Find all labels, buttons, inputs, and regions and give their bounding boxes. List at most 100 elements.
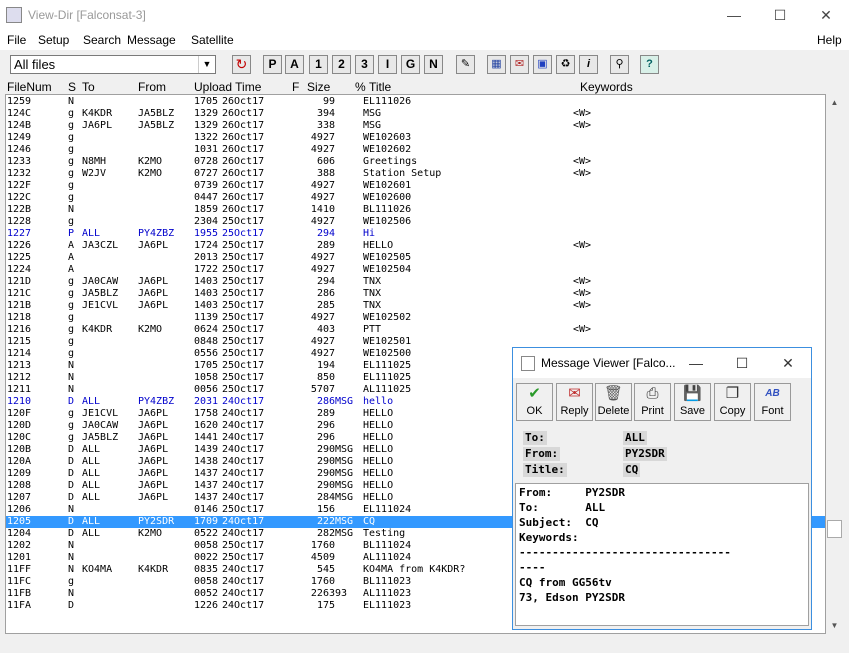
file-filter-select[interactable]: All files ▼	[10, 55, 216, 74]
help-icon[interactable]: ?	[640, 55, 659, 74]
menu-satellite[interactable]: Satellite	[191, 33, 234, 47]
col-flag[interactable]: F	[292, 80, 299, 94]
chevron-down-icon[interactable]: ▼	[198, 56, 215, 73]
viewer-maximize-button[interactable]: ☐	[719, 348, 765, 378]
cell-size: 4927	[310, 144, 335, 155]
filter-a-button[interactable]: A	[285, 55, 304, 74]
filter-2-button[interactable]: 2	[332, 55, 351, 74]
viewer-minimize-button[interactable]: —	[673, 348, 719, 378]
font-button[interactable]: AB Font	[754, 383, 791, 421]
cell-size: 1760	[310, 576, 335, 587]
vertical-scrollbar[interactable]: ▲ ▼	[826, 94, 843, 634]
close-button[interactable]: ✕	[803, 0, 849, 30]
cell-time: 0727	[194, 168, 219, 179]
col-from[interactable]: From	[138, 80, 166, 94]
save-icon[interactable]: ▣	[533, 55, 552, 74]
table-row[interactable]: 1224 A 1722 25Oct17 4927 WE102504	[6, 264, 825, 276]
reply-button[interactable]: ✉ Reply	[556, 383, 593, 421]
search-icon[interactable]: ⚲	[610, 55, 629, 74]
maximize-button[interactable]: ☐	[757, 0, 803, 30]
table-row[interactable]: 1226 A JA3CZL JA6PL 1724 25Oct17 289 HELLO <W>	[6, 240, 825, 252]
table-row[interactable]: 1232 g W2JV K2MO 0727 26Oct17 388 Station Setup…	[6, 168, 825, 180]
table-row[interactable]: 124B g JA6PL JA5BLZ 1329 26Oct17 338 MSG <W>	[6, 120, 825, 132]
menu-file[interactable]: File	[7, 33, 26, 47]
ok-button[interactable]: ✔ OK	[516, 383, 553, 421]
table-row[interactable]: 1233 g N8MH K2MO 0728 26Oct17 606 Greetings <W>	[6, 156, 825, 168]
col-size[interactable]: Size	[307, 80, 330, 94]
filter-g-button[interactable]: G	[401, 55, 420, 74]
scroll-down-icon[interactable]: ▼	[826, 617, 843, 634]
viewer-close-button[interactable]: ✕	[765, 348, 811, 378]
cell-time: 1329	[194, 120, 219, 131]
cell-time: 0058	[194, 540, 219, 551]
cell-time: 1705	[194, 360, 219, 371]
cell-date: 24Oct17	[222, 468, 265, 479]
table-row[interactable]: 121C g JA5BLZ JA6PL 1403 25Oct17 286 TNX <W>	[6, 288, 825, 300]
cell-from: PY4ZBZ	[138, 396, 175, 407]
save-button[interactable]: 💾 Save	[674, 383, 711, 421]
table-row[interactable]: 1216 g K4KDR K2MO 0624 25Oct17 403 PTT <W>	[6, 324, 825, 336]
cell-percent: MSG	[335, 468, 354, 479]
table-row[interactable]: 122F g 0739 26Oct17 4927 WE102601	[6, 180, 825, 192]
new-message-icon[interactable]: ▦	[487, 55, 506, 74]
cell-date: 26Oct17	[222, 132, 265, 143]
table-row[interactable]: 122C g 0447 26Oct17 4927 WE102600	[6, 192, 825, 204]
table-row[interactable]: 1228 g 2304 25Oct17 4927 WE102506	[6, 216, 825, 228]
cell-size: 289	[316, 408, 335, 419]
minimize-button[interactable]: —	[711, 0, 757, 30]
cell-status: N	[68, 564, 75, 575]
cell-filenum: 1225	[7, 252, 32, 263]
table-row[interactable]: 121D g JA0CAW JA6PL 1403 25Oct17 294 TNX <W>	[6, 276, 825, 288]
refresh-icon[interactable]: ↻	[232, 55, 251, 74]
cell-percent: MSG	[335, 528, 354, 539]
cell-size: 338	[316, 120, 335, 131]
info-icon[interactable]: i	[579, 55, 598, 74]
print-button[interactable]: ⎙ Print	[634, 383, 671, 421]
trash-icon[interactable]: ♻	[556, 55, 575, 74]
cell-size: 284	[316, 492, 335, 503]
edit-icon[interactable]: ✎	[456, 55, 475, 74]
message-body[interactable]: From: PY2SDR To: ALL Subject: CQ Keyword…	[515, 483, 809, 626]
cell-filenum: 1202	[7, 540, 32, 551]
table-row[interactable]: 121B g JE1CVL JA6PL 1403 25Oct17 285 TNX <W>	[6, 300, 825, 312]
header-to-value: ALL	[623, 431, 647, 445]
table-row[interactable]: 1249 g 1322 26Oct17 4927 WE102603	[6, 132, 825, 144]
filter-i-button[interactable]: I	[378, 55, 397, 74]
table-row[interactable]: 1259 N 1705 26Oct17 99 EL111026	[6, 96, 825, 108]
scroll-thumb[interactable]	[827, 520, 842, 538]
cell-time: 1709	[194, 516, 219, 527]
col-keywords[interactable]: Keywords	[580, 80, 633, 94]
reply-icon[interactable]: ✉	[510, 55, 529, 74]
table-row[interactable]: 1225 A 2013 25Oct17 4927 WE102505	[6, 252, 825, 264]
scroll-up-icon[interactable]: ▲	[826, 94, 843, 111]
copy-button[interactable]: ❐ Copy	[714, 383, 751, 421]
menu-help[interactable]: Help	[817, 33, 842, 47]
cell-status: N	[68, 96, 75, 107]
column-headers: FileNum S To From Upload Time F Size % T…	[0, 80, 849, 94]
cell-time: 1955	[194, 228, 219, 239]
col-status[interactable]: S	[68, 80, 76, 94]
table-row[interactable]: 124C g K4KDR JA5BLZ 1329 26Oct17 394 MSG <W>	[6, 108, 825, 120]
table-row[interactable]: 1218 g 1139 25Oct17 4927 WE102502	[6, 312, 825, 324]
delete-button[interactable]: 🗑 Delete	[595, 383, 632, 421]
menu-setup[interactable]: Setup	[38, 33, 69, 47]
cell-size: 606	[316, 156, 335, 167]
col-percent[interactable]: %	[355, 80, 366, 94]
cell-from: JA6PL	[138, 432, 169, 443]
table-row[interactable]: 1246 g 1031 26Oct17 4927 WE102602	[6, 144, 825, 156]
filter-p-button[interactable]: P	[263, 55, 282, 74]
menu-search[interactable]: Search	[83, 33, 121, 47]
col-filenum[interactable]: FileNum	[7, 80, 52, 94]
menu-message[interactable]: Message	[127, 33, 176, 47]
col-upload-time[interactable]: Upload Time	[194, 80, 261, 94]
cell-filenum: 1211	[7, 384, 32, 395]
filter-3-button[interactable]: 3	[355, 55, 374, 74]
reply-button-label: Reply	[560, 405, 589, 417]
cell-from: JA6PL	[138, 420, 169, 431]
filter-1-button[interactable]: 1	[309, 55, 328, 74]
table-row[interactable]: 122B N 1859 26Oct17 1410 BL111026	[6, 204, 825, 216]
filter-n-button[interactable]: N	[424, 55, 443, 74]
col-title[interactable]: Title	[369, 80, 391, 94]
col-to[interactable]: To	[82, 80, 95, 94]
table-row[interactable]: 1227 P ALL PY4ZBZ 1955 25Oct17 294 Hi	[6, 228, 825, 240]
